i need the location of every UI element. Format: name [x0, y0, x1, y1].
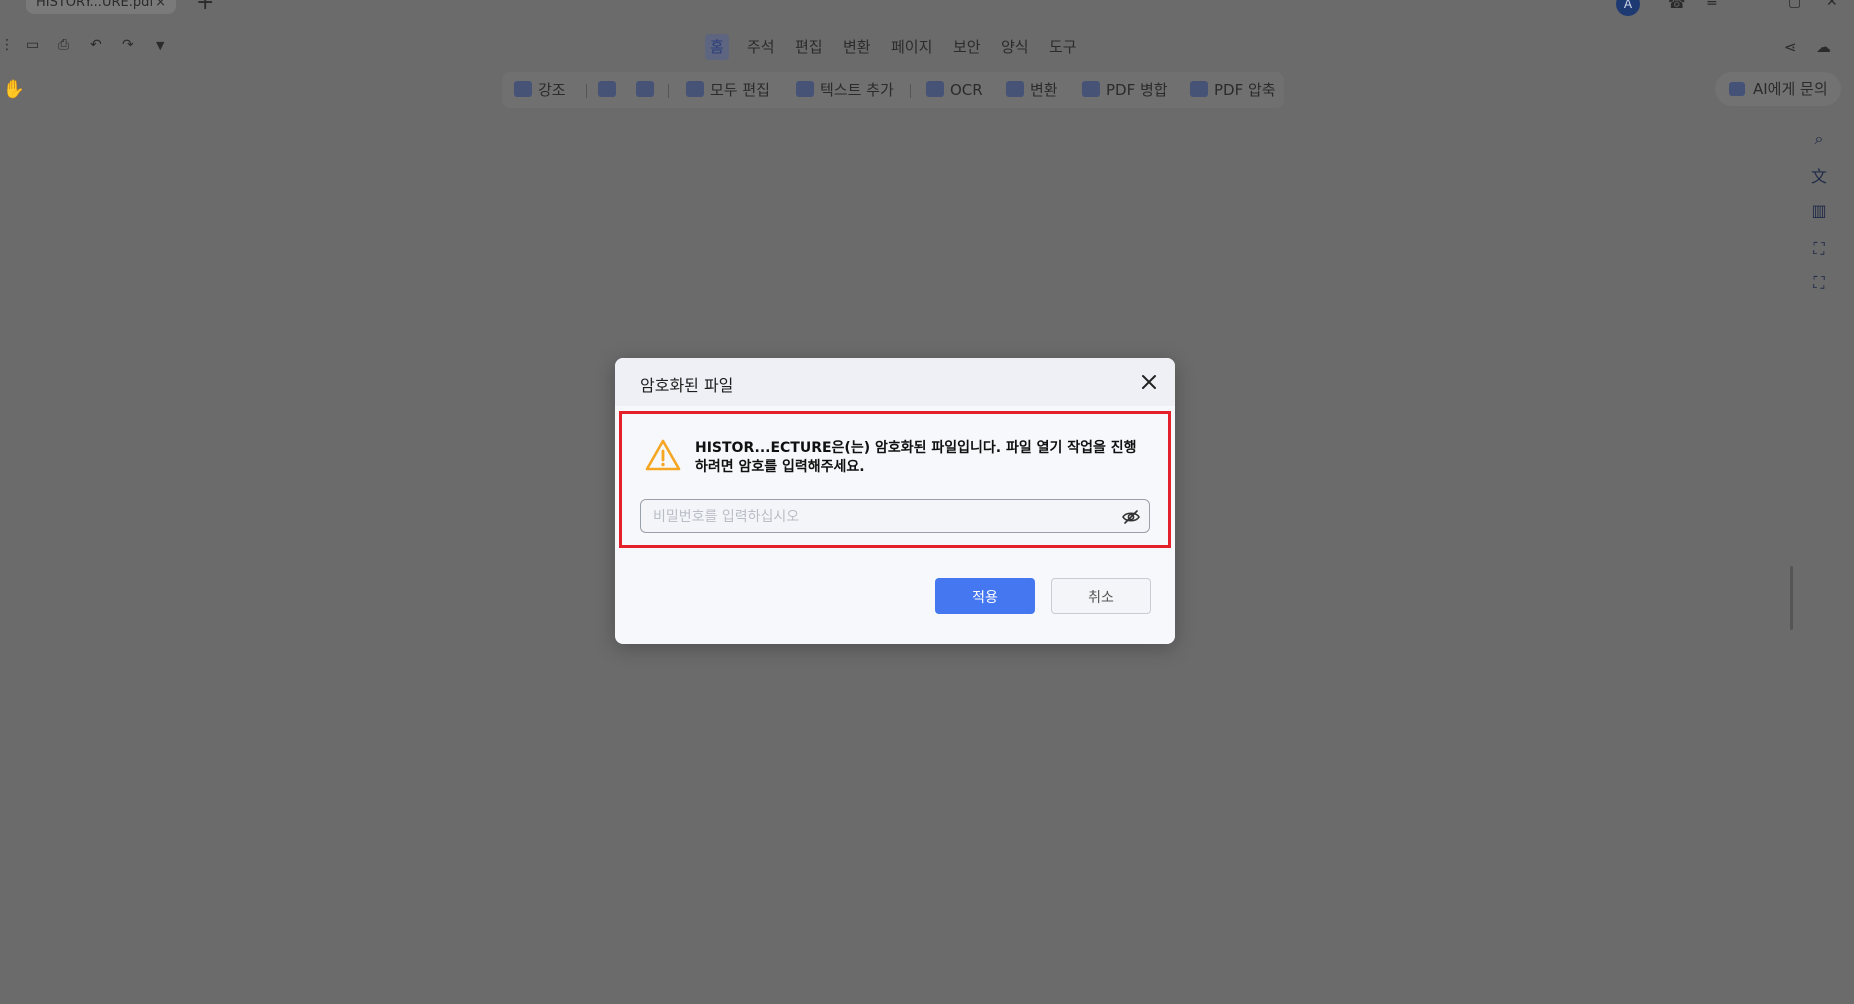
highlight-icon	[514, 81, 532, 97]
dialog-message: HISTOR...ECTURE은(는) 암호화된 파일입니다. 파일 열기 작업…	[695, 440, 1137, 475]
merge-pdf-button[interactable]: PDF 병합	[1082, 72, 1168, 108]
convert-icon	[1006, 81, 1024, 97]
convert-label: 변환	[1030, 81, 1058, 99]
file-menu-icon[interactable]: ⋮	[0, 37, 14, 53]
compare-icon[interactable]: ▥	[1806, 198, 1832, 224]
menu-convert[interactable]: 변환	[838, 34, 876, 60]
print-icon[interactable]: ⎙	[58, 37, 69, 53]
eraser-icon	[636, 81, 654, 97]
highlight-tool[interactable]: 강조	[514, 72, 566, 108]
close-window-icon[interactable]: ✕	[1826, 0, 1838, 10]
compress-pdf-button[interactable]: PDF 압축	[1190, 72, 1276, 108]
edit-all-button[interactable]: 모두 편집	[686, 72, 770, 108]
eraser-tool[interactable]	[636, 72, 660, 108]
dialog-title: 암호화된 파일	[640, 376, 734, 395]
merge-pdf-label: PDF 병합	[1106, 81, 1168, 99]
add-text-button[interactable]: 텍스트 추가	[796, 72, 894, 108]
merge-pdf-icon	[1082, 81, 1100, 97]
password-input[interactable]	[651, 500, 1115, 534]
menu-page[interactable]: 페이지	[886, 34, 937, 60]
toolbar-divider	[910, 84, 911, 98]
edit-all-label: 모두 편집	[710, 81, 770, 99]
compress-pdf-icon	[1190, 81, 1208, 97]
dialog-header: 암호화된 파일	[615, 358, 1175, 406]
screenshot-icon[interactable]: ⛶	[1806, 236, 1832, 262]
menu-forms[interactable]: 양식	[996, 34, 1034, 60]
menu-tools[interactable]: 도구	[1044, 34, 1082, 60]
undo-icon[interactable]: ↶	[90, 37, 102, 53]
maximize-icon[interactable]: ▢	[1788, 0, 1801, 10]
scan-icon[interactable]: ⛶	[1806, 270, 1832, 296]
translate-icon[interactable]: 文	[1806, 164, 1832, 190]
redo-icon[interactable]: ↷	[122, 37, 134, 53]
apply-button[interactable]: 적용	[935, 578, 1035, 614]
search-icon[interactable]: ⌕	[1806, 126, 1832, 152]
edit-all-icon	[686, 81, 704, 97]
save-icon[interactable]: ▭	[26, 37, 39, 53]
ocr-icon	[926, 81, 944, 97]
menu-bar: ⋮ ▭ ⎙ ↶ ↷ ▼ 홈 주석 편집 변환 페이지 보안 양식 도구 ⋖ ☁	[0, 30, 1854, 62]
marker-tool[interactable]	[598, 72, 622, 108]
marker-icon	[598, 81, 616, 97]
compress-pdf-label: PDF 압축	[1214, 81, 1276, 99]
add-text-label: 텍스트 추가	[820, 81, 894, 99]
tab-close-icon[interactable]: ×	[155, 0, 166, 14]
ai-pen-icon	[1729, 82, 1745, 96]
warning-icon	[644, 438, 682, 472]
avatar[interactable]: A	[1616, 0, 1640, 16]
ask-ai-label: AI에게 문의	[1753, 80, 1828, 98]
menu-comment[interactable]: 주석	[742, 34, 780, 60]
tab-bar: HISTORY...URE.pdf × + A ☎ ≡ — ▢ ✕	[0, 0, 1854, 18]
document-tab[interactable]: HISTORY...URE.pdf ×	[26, 0, 176, 14]
ocr-button[interactable]: OCR	[926, 72, 983, 108]
share-icon[interactable]: ⋖	[1784, 38, 1797, 56]
toolbar-divider	[586, 84, 587, 98]
menu-icon[interactable]: ≡	[1706, 0, 1718, 10]
convert-button[interactable]: 변환	[1006, 72, 1058, 108]
ocr-label: OCR	[950, 81, 983, 99]
add-text-icon	[796, 81, 814, 97]
close-icon[interactable]	[1137, 370, 1161, 394]
cancel-button[interactable]: 취소	[1051, 578, 1151, 614]
minimize-icon[interactable]: —	[1748, 0, 1762, 6]
document-tab-title: HISTORY...URE.pdf	[36, 0, 154, 10]
menu-security[interactable]: 보안	[948, 34, 986, 60]
encrypted-file-dialog: 암호화된 파일 HISTOR...ECTURE은(는) 암호화된 파일입니다. …	[615, 358, 1175, 644]
headset-icon[interactable]: ☎	[1668, 0, 1685, 12]
cloud-upload-icon[interactable]: ☁	[1816, 38, 1831, 56]
ask-ai-button[interactable]: AI에게 문의	[1715, 72, 1841, 106]
toolbar-divider	[668, 84, 669, 98]
new-tab-button[interactable]: +	[196, 0, 214, 14]
highlight-label: 강조	[538, 81, 566, 99]
password-field[interactable]	[640, 499, 1150, 534]
hand-tool-icon[interactable]: ✋	[0, 76, 28, 104]
quick-access-dropdown-icon[interactable]: ▼	[156, 39, 164, 52]
scrollbar[interactable]	[1790, 566, 1793, 630]
home-toolbar: 강조 모두 편집 텍스트 추가 OCR 변환 PDF 병합 PDF 압축	[502, 72, 1284, 108]
hide-password-eye-icon[interactable]	[1121, 507, 1141, 527]
menu-home[interactable]: 홈	[705, 34, 729, 60]
menu-edit[interactable]: 편집	[790, 34, 828, 60]
